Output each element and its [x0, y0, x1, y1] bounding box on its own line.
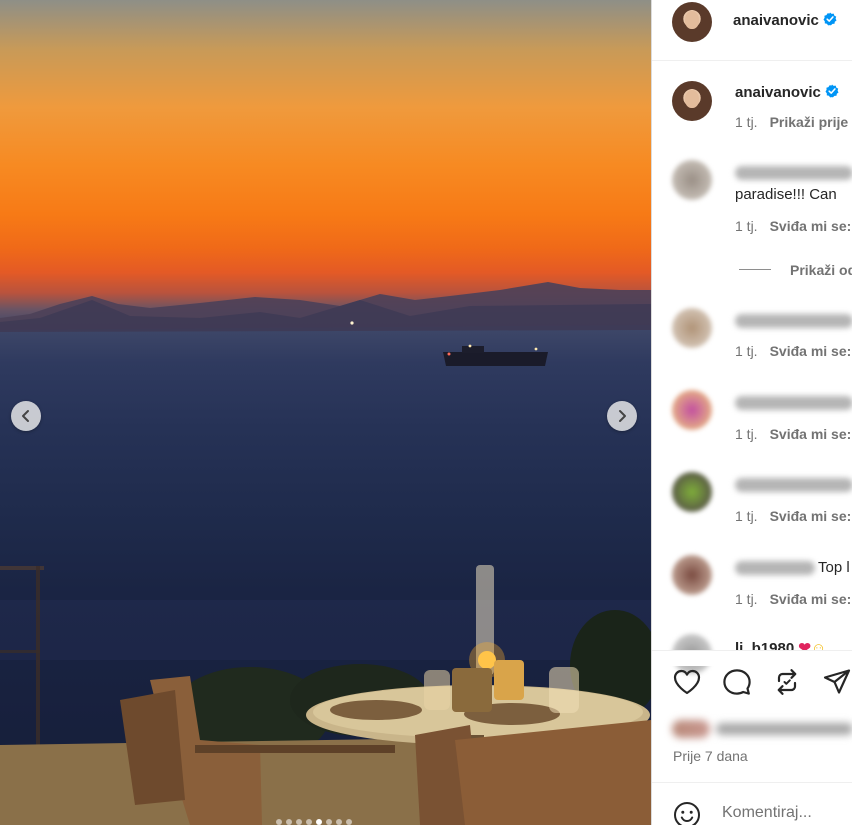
heart-icon: [673, 669, 701, 695]
carousel-dot: [286, 819, 292, 825]
author-username-text: anaivanovic: [733, 12, 819, 29]
post-side-panel: anaivanovic anaivanovic 1 tj. Prikaži pri…: [651, 0, 852, 825]
commenter-avatar[interactable]: [672, 160, 712, 200]
replies-divider: [739, 269, 771, 270]
commenter-avatar[interactable]: [672, 390, 712, 430]
comment-like-button[interactable]: Sviđa mi se:: [770, 508, 852, 524]
show-replies-label: Prikaži od: [790, 262, 852, 278]
verified-badge-icon: [825, 84, 839, 98]
commenter-username-blurred[interactable]: [735, 561, 815, 575]
carousel-dot: [296, 819, 302, 825]
caption-time: 1 tj.: [735, 114, 758, 130]
caption-author-username[interactable]: anaivanovic: [735, 84, 839, 101]
caption-author-text: anaivanovic: [735, 84, 821, 101]
header-divider: [652, 60, 852, 61]
verified-badge-icon: [823, 12, 837, 26]
share-icon: [823, 669, 851, 694]
commenter-username-blurred[interactable]: [735, 166, 852, 180]
like-button[interactable]: [672, 667, 702, 697]
emoji-picker-button[interactable]: [672, 800, 702, 825]
comment-like-button[interactable]: Sviđa mi se:: [770, 426, 852, 442]
comment-like-button[interactable]: Sviđa mi se:: [770, 591, 852, 607]
comment-time: 1 tj.: [735, 426, 758, 442]
commenter-username-blurred[interactable]: [735, 478, 852, 492]
chevron-right-icon: [619, 410, 626, 422]
carousel-dot: [336, 819, 342, 825]
author-avatar[interactable]: [672, 2, 712, 42]
commenter-avatar[interactable]: [672, 472, 712, 512]
share-button[interactable]: [822, 667, 852, 697]
comment-meta: 1 tj. Sviđa mi se:: [735, 343, 851, 359]
avatar-face: [684, 10, 700, 30]
comment-meta: 1 tj. Sviđa mi se:: [735, 426, 851, 442]
post-photo: [0, 0, 651, 825]
caption-author-avatar[interactable]: [672, 81, 712, 121]
comment-icon: [723, 669, 751, 695]
commenter-avatar[interactable]: [672, 308, 712, 348]
comment-input[interactable]: [722, 804, 852, 822]
action-bar-mask: [652, 650, 852, 666]
carousel-dot: [276, 819, 282, 825]
comment-like-button[interactable]: Sviđa mi se:: [770, 343, 852, 359]
comment-box-divider: [652, 782, 852, 783]
smiley-face-icon: [674, 802, 700, 825]
carousel-indicator: [276, 819, 352, 825]
commenter-avatar[interactable]: [672, 555, 712, 595]
comment-text: Top l: [818, 559, 850, 576]
comment-time: 1 tj.: [735, 343, 758, 359]
comment-time: 1 tj.: [735, 591, 758, 607]
comment-meta: 1 tj. Sviđa mi se:: [735, 591, 851, 607]
show-translation-button[interactable]: Prikaži prije: [770, 114, 849, 130]
avatar-face: [684, 89, 700, 109]
sunset-scene-image: [0, 282, 651, 825]
post-date: Prije 7 dana: [673, 748, 748, 764]
comment-text: paradise!!! Can: [735, 186, 837, 203]
repost-icon: [777, 669, 797, 695]
commenter-username-blurred[interactable]: [735, 396, 852, 410]
action-bar-divider: [652, 650, 852, 651]
show-replies-button[interactable]: Prikaži od: [790, 262, 852, 278]
comment-time: 1 tj.: [735, 218, 758, 234]
carousel-dot: [326, 819, 332, 825]
carousel-prev-button[interactable]: [11, 401, 41, 431]
comment-like-button[interactable]: Sviđa mi se:: [770, 218, 852, 234]
chevron-left-icon: [22, 410, 29, 422]
carousel-next-button[interactable]: [607, 401, 637, 431]
comment-meta: 1 tj. Sviđa mi se:: [735, 218, 851, 234]
carousel-dot: [306, 819, 312, 825]
comment-meta: 1 tj. Sviđa mi se:: [735, 508, 851, 524]
likes-summary-blurred[interactable]: [672, 718, 852, 740]
carousel-dot: [346, 819, 352, 825]
carousel-dot-active: [316, 819, 322, 825]
commenter-username-blurred[interactable]: [735, 314, 852, 328]
author-username-header[interactable]: anaivanovic: [733, 12, 837, 29]
caption-meta: 1 tj. Prikaži prije: [735, 114, 848, 130]
comment-time: 1 tj.: [735, 508, 758, 524]
repost-button[interactable]: [772, 667, 802, 697]
comment-button[interactable]: [722, 667, 752, 697]
